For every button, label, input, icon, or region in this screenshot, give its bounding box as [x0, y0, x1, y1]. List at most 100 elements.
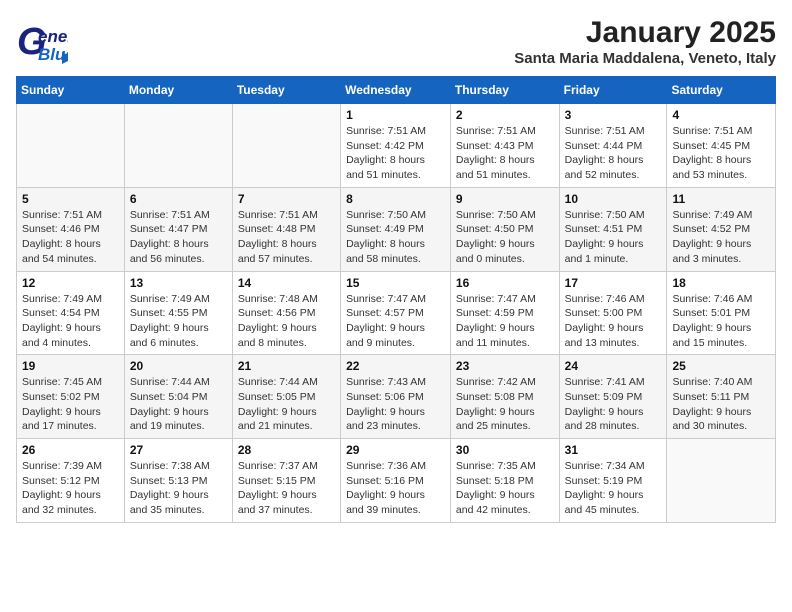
day-info: Sunrise: 7:50 AM Sunset: 4:49 PM Dayligh… [346, 208, 445, 267]
calendar-week-3: 12 Sunrise: 7:49 AM Sunset: 4:54 PM Dayli… [17, 271, 776, 355]
day-info: Sunrise: 7:51 AM Sunset: 4:43 PM Dayligh… [456, 124, 554, 183]
header-tuesday: Tuesday [232, 77, 340, 104]
calendar-day: 25 Sunrise: 7:40 AM Sunset: 5:11 PM Dayli… [667, 355, 776, 439]
calendar-day: 4 Sunrise: 7:51 AM Sunset: 4:45 PM Daylig… [667, 104, 776, 188]
day-number: 19 [22, 359, 119, 373]
day-number: 25 [672, 359, 770, 373]
day-number: 24 [565, 359, 662, 373]
day-number: 5 [22, 192, 119, 206]
calendar-day: 21Sunrise: 7:44 AM Sunset: 5:05 PM Dayli… [232, 355, 340, 439]
day-info: Sunrise: 7:39 AM Sunset: 5:12 PM Dayligh… [22, 459, 119, 518]
header-wednesday: Wednesday [341, 77, 451, 104]
day-info: Sunrise: 7:48 AM Sunset: 4:56 PM Dayligh… [238, 292, 335, 351]
calendar-day: 29Sunrise: 7:36 AM Sunset: 5:16 PM Dayli… [341, 439, 451, 523]
day-info: Sunrise: 7:37 AM Sunset: 5:15 PM Dayligh… [238, 459, 335, 518]
day-number: 14 [238, 276, 335, 290]
day-info: Sunrise: 7:51 AM Sunset: 4:47 PM Dayligh… [130, 208, 227, 267]
day-info: Sunrise: 7:46 AM Sunset: 5:01 PM Dayligh… [672, 292, 770, 351]
calendar-day [17, 104, 125, 188]
calendar-week-4: 19 Sunrise: 7:45 AM Sunset: 5:02 PM Dayli… [17, 355, 776, 439]
calendar-week-1: 1 Sunrise: 7:51 AM Sunset: 4:42 PM Daylig… [17, 104, 776, 188]
calendar-day: 13 Sunrise: 7:49 AM Sunset: 4:55 PM Dayli… [124, 271, 232, 355]
calendar-day: 17Sunrise: 7:46 AM Sunset: 5:00 PM Dayli… [559, 271, 667, 355]
calendar-day: 12 Sunrise: 7:49 AM Sunset: 4:54 PM Dayli… [17, 271, 125, 355]
calendar-day: 31 Sunrise: 7:34 AM Sunset: 5:19 PM Dayli… [559, 439, 667, 523]
day-number: 31 [565, 443, 662, 457]
calendar-day: 15 Sunrise: 7:47 AM Sunset: 4:57 PM Dayli… [341, 271, 451, 355]
day-info: Sunrise: 7:51 AM Sunset: 4:48 PM Dayligh… [238, 208, 335, 267]
calendar-week-2: 5 Sunrise: 7:51 AM Sunset: 4:46 PM Daylig… [17, 187, 776, 271]
day-info: Sunrise: 7:51 AM Sunset: 4:46 PM Dayligh… [22, 208, 119, 267]
logo-icon: G eneral Blue [16, 16, 68, 68]
day-number: 13 [130, 276, 227, 290]
day-info: Sunrise: 7:51 AM Sunset: 4:44 PM Dayligh… [565, 124, 662, 183]
day-info: Sunrise: 7:40 AM Sunset: 5:11 PM Dayligh… [672, 375, 770, 434]
day-number: 3 [565, 108, 662, 122]
day-info: Sunrise: 7:38 AM Sunset: 5:13 PM Dayligh… [130, 459, 227, 518]
calendar-day: 6 Sunrise: 7:51 AM Sunset: 4:47 PM Daylig… [124, 187, 232, 271]
day-number: 22 [346, 359, 445, 373]
day-info: Sunrise: 7:44 AM Sunset: 5:04 PM Dayligh… [130, 375, 227, 434]
day-number: 26 [22, 443, 119, 457]
day-info: Sunrise: 7:47 AM Sunset: 4:57 PM Dayligh… [346, 292, 445, 351]
day-info: Sunrise: 7:34 AM Sunset: 5:19 PM Dayligh… [565, 459, 662, 518]
day-info: Sunrise: 7:51 AM Sunset: 4:42 PM Dayligh… [346, 124, 445, 183]
calendar-day: 2 Sunrise: 7:51 AM Sunset: 4:43 PM Daylig… [450, 104, 559, 188]
header-saturday: Saturday [667, 77, 776, 104]
calendar-day: 27 Sunrise: 7:38 AM Sunset: 5:13 PM Dayli… [124, 439, 232, 523]
logo: G eneral Blue [16, 16, 68, 68]
calendar-day: 30 Sunrise: 7:35 AM Sunset: 5:18 PM Dayli… [450, 439, 559, 523]
calendar-day: 23Sunrise: 7:42 AM Sunset: 5:08 PM Dayli… [450, 355, 559, 439]
title-block: January 2025 Santa Maria Maddalena, Vene… [514, 16, 776, 67]
day-info: Sunrise: 7:50 AM Sunset: 4:50 PM Dayligh… [456, 208, 554, 267]
day-number: 1 [346, 108, 445, 122]
day-info: Sunrise: 7:51 AM Sunset: 4:45 PM Dayligh… [672, 124, 770, 183]
header-sunday: Sunday [17, 77, 125, 104]
day-number: 30 [456, 443, 554, 457]
day-info: Sunrise: 7:43 AM Sunset: 5:06 PM Dayligh… [346, 375, 445, 434]
day-number: 4 [672, 108, 770, 122]
header-monday: Monday [124, 77, 232, 104]
calendar-day: 10Sunrise: 7:50 AM Sunset: 4:51 PM Dayli… [559, 187, 667, 271]
calendar-day: 8Sunrise: 7:50 AM Sunset: 4:49 PM Daylig… [341, 187, 451, 271]
day-number: 7 [238, 192, 335, 206]
calendar-day: 5 Sunrise: 7:51 AM Sunset: 4:46 PM Daylig… [17, 187, 125, 271]
calendar-day: 22 Sunrise: 7:43 AM Sunset: 5:06 PM Dayli… [341, 355, 451, 439]
day-info: Sunrise: 7:45 AM Sunset: 5:02 PM Dayligh… [22, 375, 119, 434]
day-number: 9 [456, 192, 554, 206]
day-number: 12 [22, 276, 119, 290]
day-info: Sunrise: 7:36 AM Sunset: 5:16 PM Dayligh… [346, 459, 445, 518]
day-info: Sunrise: 7:49 AM Sunset: 4:52 PM Dayligh… [672, 208, 770, 267]
calendar-day: 3 Sunrise: 7:51 AM Sunset: 4:44 PM Daylig… [559, 104, 667, 188]
calendar-week-5: 26 Sunrise: 7:39 AM Sunset: 5:12 PM Dayli… [17, 439, 776, 523]
header-friday: Friday [559, 77, 667, 104]
day-number: 10 [565, 192, 662, 206]
day-info: Sunrise: 7:35 AM Sunset: 5:18 PM Dayligh… [456, 459, 554, 518]
calendar-day: 14 Sunrise: 7:48 AM Sunset: 4:56 PM Dayli… [232, 271, 340, 355]
day-number: 17 [565, 276, 662, 290]
day-number: 27 [130, 443, 227, 457]
day-number: 15 [346, 276, 445, 290]
calendar-day: 16 Sunrise: 7:47 AM Sunset: 4:59 PM Dayli… [450, 271, 559, 355]
calendar-title: January 2025 [514, 16, 776, 50]
calendar-day: 1 Sunrise: 7:51 AM Sunset: 4:42 PM Daylig… [341, 104, 451, 188]
calendar-day: 9 Sunrise: 7:50 AM Sunset: 4:50 PM Daylig… [450, 187, 559, 271]
day-info: Sunrise: 7:49 AM Sunset: 4:55 PM Dayligh… [130, 292, 227, 351]
calendar-day: 28 Sunrise: 7:37 AM Sunset: 5:15 PM Dayli… [232, 439, 340, 523]
day-number: 18 [672, 276, 770, 290]
header-thursday: Thursday [450, 77, 559, 104]
day-info: Sunrise: 7:47 AM Sunset: 4:59 PM Dayligh… [456, 292, 554, 351]
calendar-day [124, 104, 232, 188]
calendar-day: 7 Sunrise: 7:51 AM Sunset: 4:48 PM Daylig… [232, 187, 340, 271]
day-number: 28 [238, 443, 335, 457]
day-info: Sunrise: 7:49 AM Sunset: 4:54 PM Dayligh… [22, 292, 119, 351]
calendar-subtitle: Santa Maria Maddalena, Veneto, Italy [514, 50, 776, 67]
calendar-day: 11Sunrise: 7:49 AM Sunset: 4:52 PM Dayli… [667, 187, 776, 271]
day-number: 2 [456, 108, 554, 122]
day-number: 6 [130, 192, 227, 206]
calendar-day: 19 Sunrise: 7:45 AM Sunset: 5:02 PM Dayli… [17, 355, 125, 439]
calendar-day [232, 104, 340, 188]
calendar-day: 24Sunrise: 7:41 AM Sunset: 5:09 PM Dayli… [559, 355, 667, 439]
calendar-day: 26 Sunrise: 7:39 AM Sunset: 5:12 PM Dayli… [17, 439, 125, 523]
day-number: 16 [456, 276, 554, 290]
